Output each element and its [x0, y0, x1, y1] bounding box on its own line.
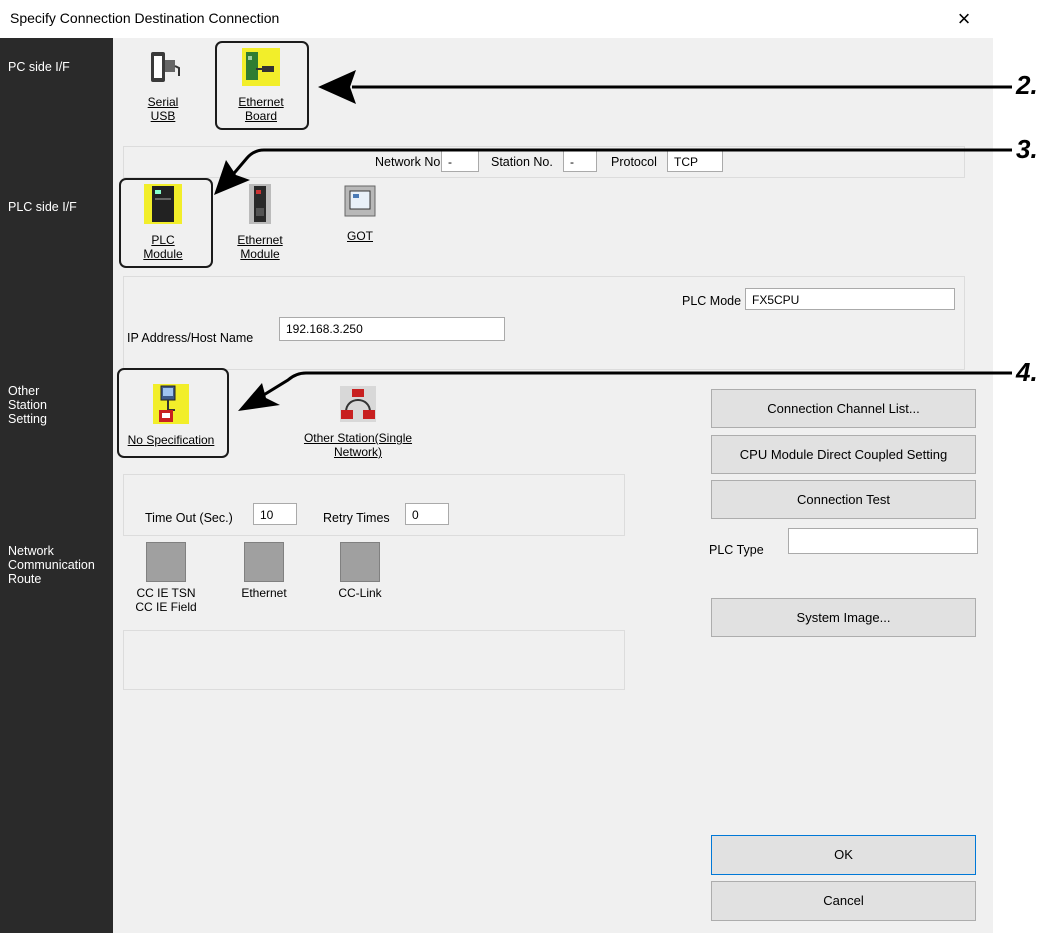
- step-3-label: 3.: [1016, 134, 1038, 164]
- arrow-step3-line: [228, 148, 1012, 179]
- arrow-step3-head: [214, 160, 250, 195]
- arrow-step2-head: [318, 70, 356, 104]
- callout-arrows: [214, 70, 1012, 411]
- step-4-label: 4.: [1016, 357, 1038, 387]
- arrow-step4-line: [261, 371, 1012, 398]
- step-2-label: 2.: [1016, 70, 1038, 100]
